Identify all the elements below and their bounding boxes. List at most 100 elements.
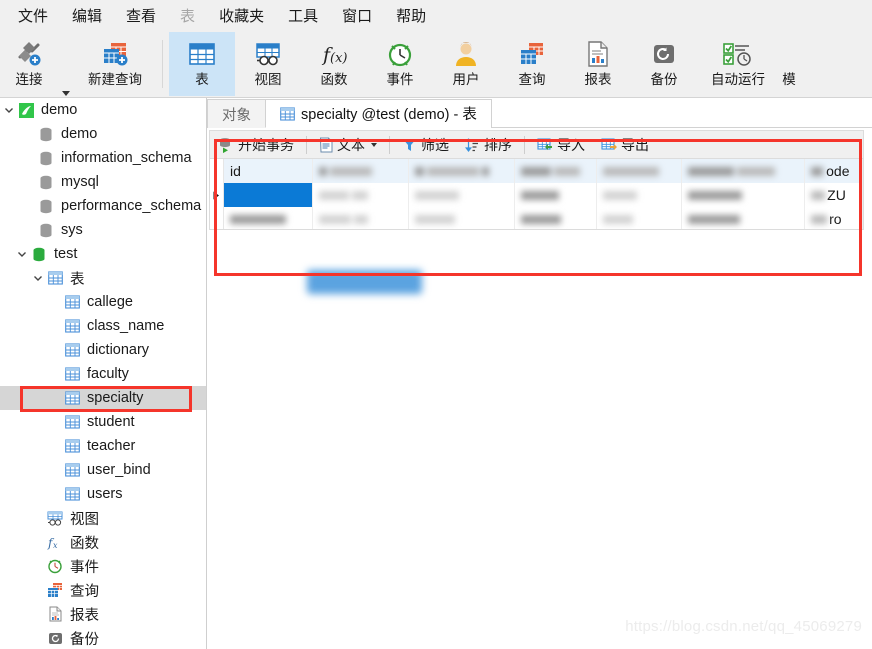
tree-node-table-specialty[interactable]: specialty: [0, 386, 206, 410]
new-query-add-icon: [100, 38, 130, 70]
tree-node-database-information-schema[interactable]: information_schema: [0, 146, 206, 170]
ribbon-button-overflow[interactable]: 模: [779, 32, 799, 96]
ribbon-button-view[interactable]: 视图: [235, 32, 301, 96]
tree-node-connection-demo[interactable]: demo: [0, 98, 206, 122]
tree-node-table-dictionary[interactable]: dictionary: [0, 338, 206, 362]
grid-header-cell[interactable]: [408, 159, 515, 183]
twisty-placeholder: [22, 170, 36, 194]
grid-cell[interactable]: [224, 207, 313, 229]
ribbon-button-event[interactable]: 事件: [367, 32, 433, 96]
import-button[interactable]: 导入: [529, 132, 593, 158]
tab-specialty-table[interactable]: specialty @test (demo) - 表: [265, 99, 492, 128]
menu-item-help[interactable]: 帮助: [384, 5, 438, 28]
tree-node-database-performance-schema[interactable]: performance_schema: [0, 194, 206, 218]
grid-cell[interactable]: [409, 207, 515, 229]
grid-cell[interactable]: [682, 207, 806, 229]
tab-objects[interactable]: 对象: [207, 99, 266, 128]
chevron-down-icon[interactable]: [31, 266, 45, 290]
svg-text:x: x: [53, 541, 58, 550]
redacted-cell-text: [414, 190, 459, 200]
chevron-down-icon[interactable]: [15, 242, 29, 266]
grid-cell[interactable]: ro: [805, 207, 863, 229]
grid-header-cell[interactable]: [597, 159, 683, 183]
ribbon-button-automation[interactable]: 自动运行: [697, 32, 779, 96]
tree-node-table-callege[interactable]: callege: [0, 290, 206, 314]
grid-cell[interactable]: [515, 183, 598, 207]
grid-header-cell[interactable]: [682, 159, 806, 183]
export-button[interactable]: 导出: [593, 132, 657, 158]
grid-toolbar-label: 排序: [484, 136, 512, 153]
backup-icon: [45, 631, 65, 646]
tree-node-table-faculty[interactable]: faculty: [0, 362, 206, 386]
object-tree-sidebar[interactable]: demo demo information_schema mysql perfo…: [0, 98, 207, 649]
tree-node-table-teacher[interactable]: teacher: [0, 434, 206, 458]
tree-label: faculty: [87, 366, 129, 382]
grid-cell[interactable]: [515, 207, 598, 229]
tree-label: 表: [70, 271, 85, 288]
tree-node-database-test[interactable]: test: [0, 242, 206, 266]
filter-icon: [402, 137, 417, 153]
ribbon-button-report[interactable]: 报表: [565, 32, 631, 96]
menu-item-edit[interactable]: 编辑: [60, 5, 114, 28]
table-icon: [62, 343, 82, 357]
ribbon-button-table[interactable]: 表: [169, 32, 235, 96]
tree-node-table-student[interactable]: student: [0, 410, 206, 434]
tree-label: specialty: [87, 390, 144, 406]
ribbon-button-new-query[interactable]: 新建查询: [74, 32, 156, 96]
grid-header-label: id: [230, 163, 241, 179]
grid-header-cell[interactable]: [514, 159, 598, 183]
menu-item-file[interactable]: 文件: [6, 5, 60, 28]
navicat-window: 文件 编辑 查看 表 收藏夹 工具 窗口 帮助 连接 新建查询 表 视图 f (…: [0, 0, 872, 649]
tree-node-reports[interactable]: 报表: [0, 602, 206, 626]
sort-button[interactable]: 排序: [457, 132, 520, 158]
menu-item-favorites[interactable]: 收藏夹: [207, 5, 276, 28]
data-grid[interactable]: id ode ZU ro: [209, 158, 864, 230]
menu-item-window[interactable]: 窗口: [330, 5, 384, 28]
tree-label: 函数: [70, 535, 99, 552]
tree-node-table-class-name[interactable]: class_name: [0, 314, 206, 338]
grid-cell[interactable]: ZU: [805, 183, 863, 207]
backup-icon: [651, 38, 677, 70]
tree-node-table-users[interactable]: users: [0, 482, 206, 506]
grid-cell[interactable]: [409, 183, 515, 207]
grid-cell[interactable]: [597, 183, 683, 207]
tree-node-views[interactable]: 视图: [0, 506, 206, 530]
grid-header-cell-id[interactable]: id: [224, 159, 313, 183]
tree-node-queries[interactable]: 查询: [0, 578, 206, 602]
ribbon-button-user[interactable]: 用户: [433, 32, 499, 96]
grid-header-cell[interactable]: [312, 159, 409, 183]
tree-node-database-mysql[interactable]: mysql: [0, 170, 206, 194]
editor-tabstrip: 对象 specialty @test (demo) - 表: [207, 98, 872, 128]
grid-header-cell[interactable]: ode: [805, 159, 863, 183]
table-row[interactable]: ro: [210, 207, 863, 229]
tree-node-events[interactable]: 事件: [0, 554, 206, 578]
tab-label: specialty @test (demo) - 表: [301, 107, 477, 123]
tree-node-tables-folder[interactable]: 表: [0, 266, 206, 290]
grid-cell[interactable]: [597, 207, 683, 229]
grid-cell[interactable]: [682, 183, 806, 207]
menu-item-tools[interactable]: 工具: [276, 5, 330, 28]
tree-node-backups[interactable]: 备份: [0, 626, 206, 649]
grid-cell-selected[interactable]: [224, 183, 313, 207]
tree-node-database-demo[interactable]: demo: [0, 122, 206, 146]
begin-transaction-button[interactable]: 开始事务: [210, 132, 302, 158]
ribbon-button-connection[interactable]: 连接: [0, 32, 58, 96]
redacted-header-text: [414, 166, 489, 176]
connection-dropdown[interactable]: [58, 32, 74, 96]
filter-button[interactable]: 筛选: [394, 132, 457, 158]
tree-node-table-user-bind[interactable]: user_bind: [0, 458, 206, 482]
ribbon-separator: [162, 40, 163, 88]
table-folder-icon: [45, 271, 65, 285]
grid-cell[interactable]: [313, 183, 409, 207]
table-row[interactable]: ZU: [210, 183, 863, 207]
tree-node-database-sys[interactable]: sys: [0, 218, 206, 242]
ribbon-button-backup[interactable]: 备份: [631, 32, 697, 96]
chevron-down-icon[interactable]: [2, 98, 16, 122]
tree-node-functions[interactable]: fx 函数: [0, 530, 206, 554]
chevron-down-icon[interactable]: [371, 142, 377, 147]
grid-cell[interactable]: [313, 207, 409, 229]
text-view-button[interactable]: 文本: [311, 132, 385, 158]
menu-item-view[interactable]: 查看: [114, 5, 168, 28]
ribbon-button-function[interactable]: f (x) 函数: [301, 32, 367, 96]
ribbon-button-query[interactable]: 查询: [499, 32, 565, 96]
